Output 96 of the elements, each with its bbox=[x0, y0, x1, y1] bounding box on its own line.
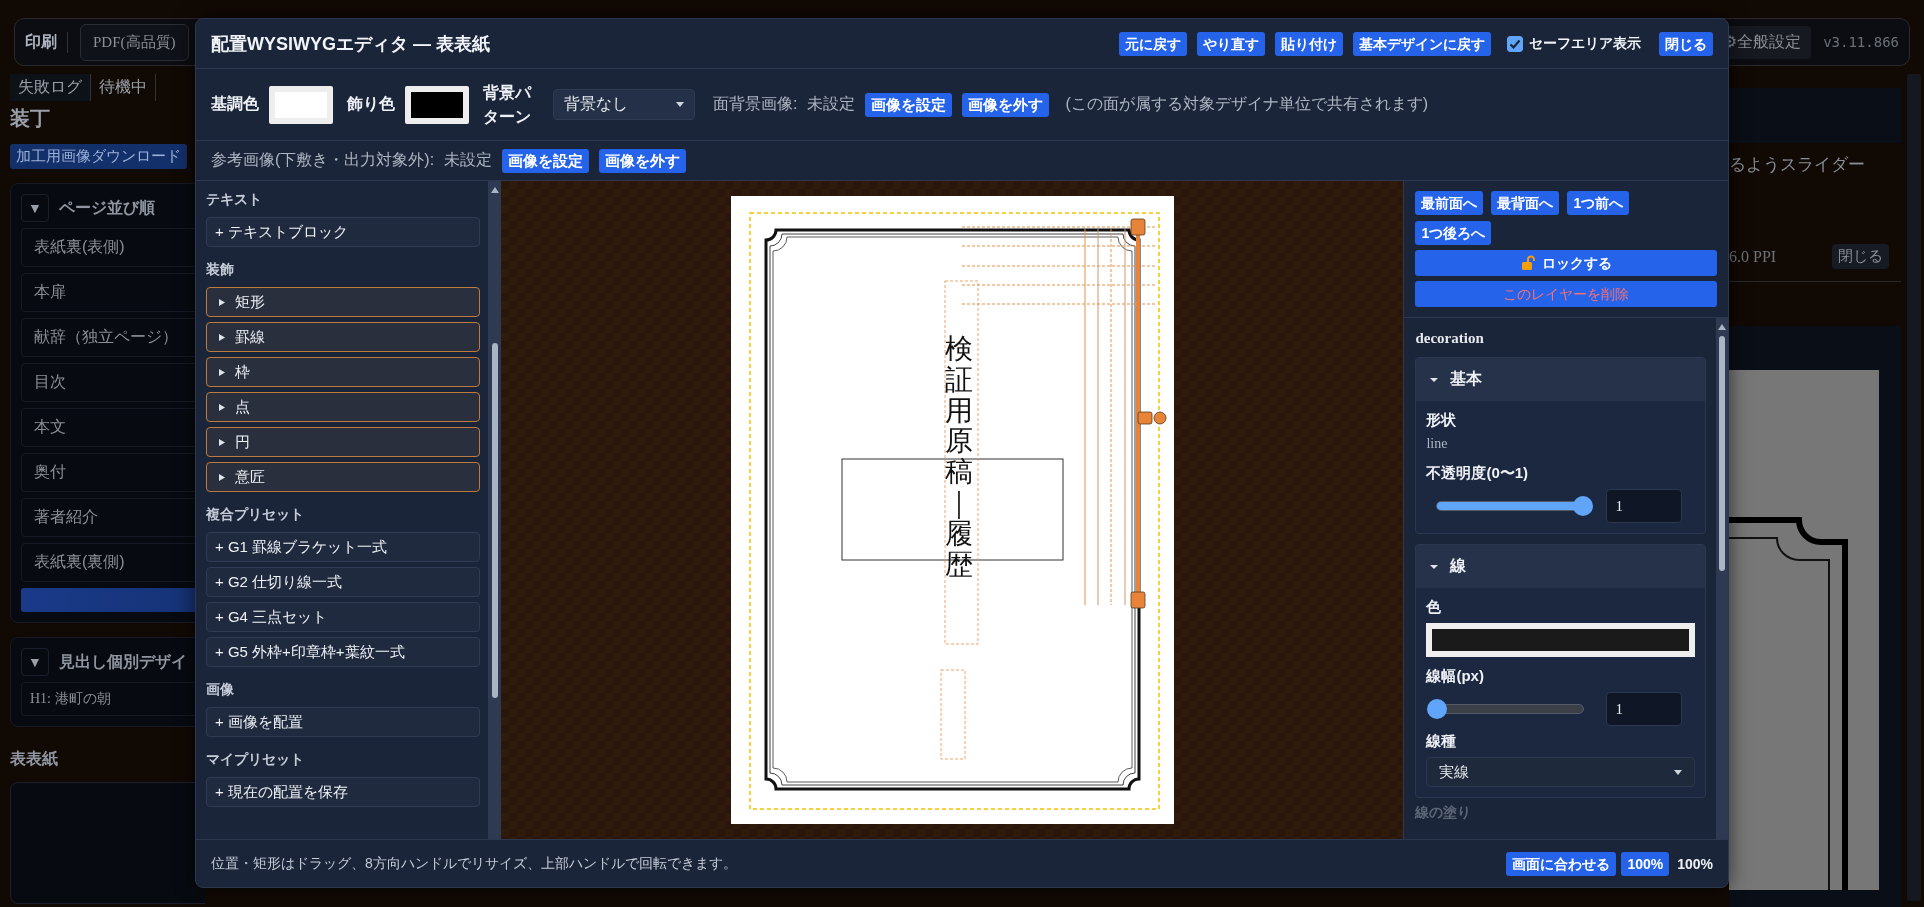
layer-order-button[interactable]: 最背面へ bbox=[1491, 191, 1560, 215]
close-button[interactable]: 閉じる bbox=[1832, 244, 1889, 269]
status-text: 未設定 bbox=[444, 150, 493, 170]
caret-icon bbox=[219, 333, 225, 341]
palette-item[interactable]: + G1 罫線ブラケット一式 bbox=[206, 532, 481, 562]
version-label: v3.11.866 bbox=[1823, 34, 1899, 50]
field-label: 不透明度(0〜1) bbox=[1426, 464, 1530, 483]
palette-heading: 画像 bbox=[206, 681, 235, 699]
checkbox[interactable] bbox=[1507, 35, 1523, 52]
number-field[interactable]: 1 bbox=[1606, 489, 1683, 523]
caret-icon bbox=[219, 298, 225, 306]
caret-icon bbox=[219, 368, 225, 376]
action-button[interactable]: 基本デザインに戻す bbox=[1353, 31, 1491, 56]
scrollbar[interactable] bbox=[1907, 74, 1921, 901]
section-heading: 装丁 bbox=[10, 106, 51, 131]
fit-button[interactable]: 画面に合わせる bbox=[1506, 851, 1617, 876]
palette-item[interactable]: + G4 三点セット bbox=[206, 602, 481, 632]
layer-type: decoration bbox=[1415, 330, 1485, 347]
caret-icon bbox=[219, 473, 225, 481]
caret-icon bbox=[219, 403, 225, 411]
palette-item[interactable]: + テキストブロック bbox=[206, 217, 481, 247]
format-select[interactable]: PDF(高品質) bbox=[80, 23, 189, 61]
scrollbar[interactable] bbox=[488, 181, 501, 839]
field-label: 線の塗り bbox=[1415, 804, 1473, 822]
field-value: line bbox=[1426, 436, 1449, 452]
caret-icon bbox=[676, 102, 684, 107]
resolution-label: 6.0 PPI bbox=[1729, 247, 1777, 266]
palette-item[interactable]: + 現在の配置を保存 bbox=[206, 777, 481, 807]
note-text: (この面が属する対象デザイナ単位で共有されます) bbox=[1065, 94, 1429, 114]
color-swatch[interactable] bbox=[405, 85, 469, 124]
hint-text: るようスライダー bbox=[1729, 154, 1866, 176]
zoom-button[interactable]: 100% bbox=[1621, 851, 1670, 876]
caret-icon bbox=[219, 438, 225, 446]
section-title: ページ並び順 bbox=[59, 197, 155, 218]
section-header[interactable]: 基本 bbox=[1416, 358, 1705, 401]
checkbox-label: セーフエリア表示 bbox=[1529, 34, 1641, 53]
palette-heading: テキスト bbox=[206, 191, 263, 209]
section-title: 見出し個別デザイ bbox=[59, 651, 187, 672]
field-label: 線種 bbox=[1426, 732, 1458, 751]
collapse-toggle[interactable]: ▼ bbox=[21, 648, 49, 676]
palette-group[interactable]: 枠 bbox=[206, 357, 481, 387]
unlock-icon bbox=[1520, 255, 1537, 271]
image-button[interactable]: 画像を設定 bbox=[502, 148, 590, 173]
tab[interactable]: 待機中 bbox=[91, 74, 156, 101]
color-swatch[interactable] bbox=[1426, 623, 1695, 657]
palette-heading: マイプリセット bbox=[206, 751, 305, 769]
palette-heading: 装飾 bbox=[206, 261, 235, 279]
field-label: 参考画像(下敷き・出力対象外): bbox=[211, 150, 435, 170]
download-button[interactable]: 加工用画像ダウンロード bbox=[10, 144, 187, 169]
color-swatch[interactable] bbox=[269, 85, 333, 124]
field-label: 背景パターン bbox=[483, 82, 533, 127]
image-button[interactable]: 画像を外す bbox=[962, 92, 1050, 117]
select-field[interactable]: 実線 bbox=[1426, 757, 1695, 787]
palette-heading: 複合プリセット bbox=[206, 506, 305, 524]
action-button[interactable]: 貼り付け bbox=[1275, 31, 1343, 56]
image-button[interactable]: 画像を設定 bbox=[865, 92, 953, 117]
collapse-toggle[interactable]: ▼ bbox=[21, 194, 49, 222]
layer-order-button[interactable]: 1つ前へ bbox=[1567, 191, 1630, 215]
field-label: 色 bbox=[1426, 598, 1443, 617]
close-button[interactable]: 閉じる bbox=[1659, 31, 1713, 56]
caret-icon bbox=[1674, 769, 1682, 775]
pattern-select[interactable]: 背景なし bbox=[553, 89, 695, 120]
field-label: 形状 bbox=[1426, 411, 1458, 430]
section-header[interactable]: 線 bbox=[1416, 545, 1705, 588]
layer-order-button[interactable]: 1つ後ろへ bbox=[1415, 221, 1492, 245]
image-button[interactable]: 画像を外す bbox=[599, 148, 687, 173]
palette-item[interactable]: + G2 仕切り線一式 bbox=[206, 567, 481, 597]
scrollbar[interactable] bbox=[1716, 318, 1728, 839]
tab[interactable]: 失敗ログ bbox=[10, 74, 91, 101]
title-text[interactable]: 検証用原稿｜履歴 bbox=[944, 334, 973, 581]
palette-group[interactable]: 円 bbox=[206, 427, 481, 457]
text-box-outline[interactable] bbox=[944, 280, 979, 645]
arrow-up-icon[interactable] bbox=[1718, 324, 1726, 330]
palette-group[interactable]: 意匠 bbox=[206, 462, 481, 492]
palette-group[interactable]: 矩形 bbox=[206, 287, 481, 317]
selected-line[interactable] bbox=[1130, 218, 1167, 609]
arrow-up-icon[interactable] bbox=[490, 187, 499, 193]
hint-text: 位置・矩形はドラッグ、8方向ハンドルでリサイズ、上部ハンドルで回転できます。 bbox=[211, 854, 738, 873]
palette-item[interactable]: + 画像を配置 bbox=[206, 707, 481, 737]
action-button[interactable]: やり直す bbox=[1197, 31, 1265, 56]
number-field[interactable]: 1 bbox=[1606, 692, 1683, 726]
layer-order-button[interactable]: 最前面へ bbox=[1415, 191, 1484, 215]
zoom-level: 100% bbox=[1677, 855, 1713, 872]
field-label: 飾り色 bbox=[347, 94, 395, 114]
field-label: 線幅(px) bbox=[1426, 667, 1485, 686]
field-label: 基調色 bbox=[211, 94, 259, 114]
action-button[interactable]: 元に戻す bbox=[1119, 31, 1187, 56]
section-heading: 表表紙 bbox=[10, 749, 59, 769]
field-label: 面背景画像: bbox=[713, 94, 798, 114]
toolbar-title: 印刷 bbox=[25, 31, 68, 53]
lock-button[interactable]: ロックする bbox=[1415, 250, 1717, 276]
palette-item[interactable]: + G5 外枠+印章枠+葉紋一式 bbox=[206, 637, 481, 667]
palette-group[interactable]: 罫線 bbox=[206, 322, 481, 352]
status-text: 未設定 bbox=[807, 94, 856, 114]
palette-group[interactable]: 点 bbox=[206, 392, 481, 422]
dialog-title: 配置WYSIWYGエディタ — 表表紙 bbox=[211, 32, 491, 56]
